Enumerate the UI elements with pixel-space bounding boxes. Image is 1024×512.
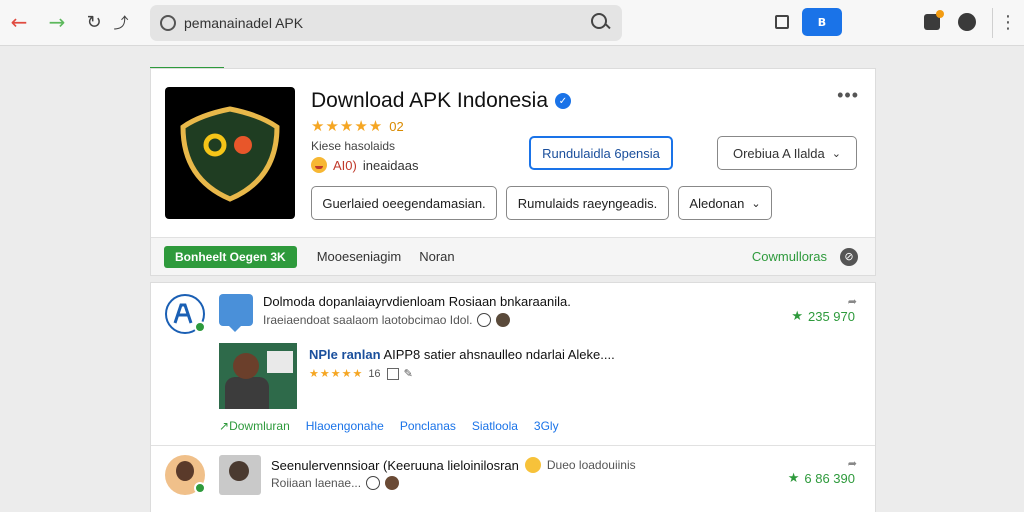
action-dropdown-c-label: Aledonan xyxy=(689,195,745,211)
app-card: Download APK Indonesia ✓ ••• ★★★★★ 02 Ki… xyxy=(150,68,876,276)
comment-icon[interactable] xyxy=(477,313,492,327)
share-arrow-icon[interactable]: ➦ xyxy=(848,457,857,470)
forward-arrow-icon[interactable]: → xyxy=(44,10,70,34)
star-icon: ★ xyxy=(791,309,803,324)
rating-stars-icon: ★★★★★ xyxy=(309,367,364,380)
chevron-down-icon: ⌄ xyxy=(751,196,761,210)
post-link-row: Dowmluran Hlaoengonahe Ponclanas Siatloo… xyxy=(219,419,575,433)
extensions-puzzle-icon[interactable] xyxy=(920,10,944,34)
download-link[interactable]: Dowmluran xyxy=(219,419,290,433)
emoji-face-icon xyxy=(311,157,327,173)
app-subtitle: Kiese hasolaids xyxy=(311,139,396,153)
site-info-icon[interactable] xyxy=(160,15,176,31)
profile-avatar-icon[interactable] xyxy=(956,10,978,34)
search-icon[interactable] xyxy=(590,12,612,34)
reload-icon[interactable]: ↻ xyxy=(82,10,106,34)
post2-title-text: Seenulervennsioar (Keeruuna lieloinilosr… xyxy=(271,457,519,473)
primary-download-button[interactable]: Rundulaidla 6pensia xyxy=(529,136,673,170)
edit-icon[interactable]: ✎ xyxy=(404,367,413,380)
footer-downloads-link[interactable]: Cowmulloras xyxy=(752,249,827,264)
app-title: Download APK Indonesia xyxy=(311,89,548,112)
action-button-a-label: Guerlaied oeegendamasian. xyxy=(322,195,486,211)
back-arrow-icon[interactable]: ← xyxy=(6,10,32,34)
post-score: ★ 235 970 xyxy=(791,309,855,324)
chevron-down-icon: ⌄ xyxy=(831,146,841,160)
star-icon: ★ xyxy=(787,471,800,486)
toolbar-divider xyxy=(992,8,993,38)
smile-emoji-icon xyxy=(524,457,541,473)
no-entry-icon[interactable]: ⊘ xyxy=(840,247,858,266)
link-5[interactable]: 3Gly xyxy=(534,419,559,433)
sub-post-title[interactable]: NPle ranlan AIPP8 satier ahsnaulleo ndar… xyxy=(309,347,615,362)
post2-score-value: 6 86 390 xyxy=(804,471,855,486)
rating-stars-icon: ★★★★★ xyxy=(311,117,384,135)
post-score-value: 235 970 xyxy=(808,309,855,324)
post-title[interactable]: Dolmoda dopanlaiayrvdienloam Rosiaan bnk… xyxy=(263,294,571,309)
address-bar[interactable]: pemanainadel APK xyxy=(150,5,622,41)
options-dropdown-label: Orebiua A Ilalda xyxy=(732,145,825,161)
feed-list: Dolmoda dopanlaiayrvdienloam Rosiaan bnk… xyxy=(150,282,876,512)
avatar[interactable] xyxy=(219,455,261,495)
footer-tab-2[interactable]: Noran xyxy=(419,249,454,264)
age-rating-row: AI0) ineaidaas xyxy=(311,157,419,173)
extension-button[interactable]: B xyxy=(802,8,842,36)
kebab-menu-icon[interactable]: ⋮ xyxy=(998,10,1018,34)
post-subtitle: Iraeiaendoat saalaom laotobcimao Idol. xyxy=(263,313,511,327)
age-sub: ineaidaas xyxy=(362,157,419,173)
comment-icon[interactable] xyxy=(366,476,381,490)
app-logo-shield-icon xyxy=(165,87,295,219)
rating-row: ★★★★★ 02 xyxy=(311,117,404,135)
action-dropdown-c[interactable]: Aledonan ⌄ xyxy=(678,186,772,220)
home-icon[interactable] xyxy=(772,10,792,34)
link-2[interactable]: Hlaoengonahe xyxy=(306,419,384,433)
primary-download-label: Rundulaidla 6pensia xyxy=(542,145,660,161)
image-icon[interactable] xyxy=(386,367,399,380)
user-avatar-icon[interactable] xyxy=(385,476,400,490)
extension-label: B xyxy=(817,15,827,29)
post-score: ★ 6 86 390 xyxy=(788,471,855,486)
post-subtitle-text: Iraeiaendoat saalaom laotobcimao Idol. xyxy=(263,313,473,327)
footer-tab-1[interactable]: Mooeseniagim xyxy=(317,249,402,264)
post2-muted-text: Dueo loadouiinis xyxy=(546,458,636,472)
post2-sub-text: Roiiaan laenae... xyxy=(271,476,362,490)
action-button-b-label: Rumulaids raeyngeadis. xyxy=(517,195,658,211)
post-subtitle: Roiiaan laenae... xyxy=(271,476,400,490)
card-footer: Bonheelt Oegen 3K Mooeseniagim Noran Cow… xyxy=(151,237,875,275)
verified-check-icon: ✓ xyxy=(555,93,571,109)
message-bubble-icon xyxy=(219,294,253,332)
link-3[interactable]: Ponclanas xyxy=(400,419,456,433)
user-avatar-icon[interactable] xyxy=(496,313,511,327)
sub-post-rest: AIPP8 satier ahsnaulleo ndarlai Aleke...… xyxy=(383,347,615,362)
sub-post-rating-value: 16 xyxy=(368,367,381,380)
more-options-icon[interactable]: ••• xyxy=(837,85,859,106)
online-status-icon xyxy=(194,482,206,494)
address-text[interactable]: pemanainadel APK xyxy=(184,15,590,31)
browser-toolbar: ← → ↻ ⤴ pemanainadel APK B ⋮ xyxy=(0,0,1024,46)
link-4[interactable]: Siatloola xyxy=(472,419,518,433)
download-badge[interactable]: Bonheelt Oegen 3K xyxy=(164,245,297,268)
post-title[interactable]: Seenulervennsioar (Keeruuna lieloinilosr… xyxy=(271,457,636,473)
age-label: AI0) xyxy=(333,157,357,173)
share-arrow-icon[interactable]: ➦ xyxy=(848,295,857,308)
post-thumbnail[interactable] xyxy=(219,343,297,409)
options-dropdown[interactable]: Orebiua A Ilalda ⌄ xyxy=(717,136,857,170)
action-button-a[interactable]: Guerlaied oeegendamasian. xyxy=(311,186,497,220)
rating-number: 02 xyxy=(389,118,404,134)
sub-post-highlight: NPle ranlan xyxy=(309,347,381,362)
share-icon[interactable]: ⤴ xyxy=(110,10,132,34)
online-status-icon xyxy=(194,321,206,333)
divider xyxy=(151,445,875,446)
action-button-b[interactable]: Rumulaids raeyngeadis. xyxy=(506,186,669,220)
sub-post-rating: ★★★★★ 16 ✎ xyxy=(309,367,413,380)
